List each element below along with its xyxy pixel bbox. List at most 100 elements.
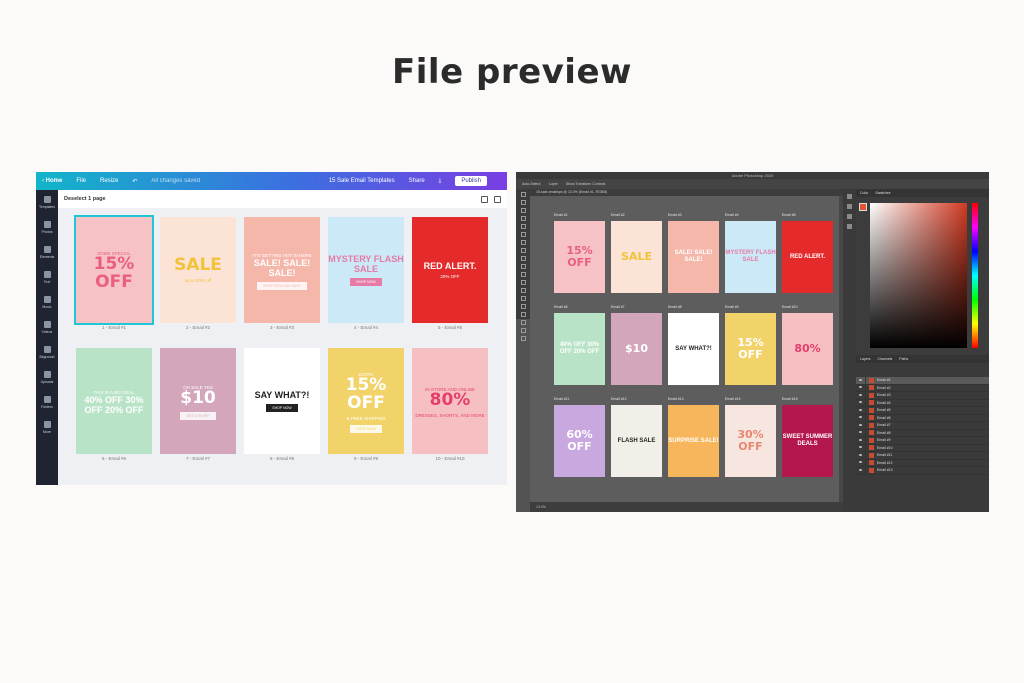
- visibility-eye-icon[interactable]: [856, 466, 866, 474]
- email-template-artboard[interactable]: 60% OFF: [554, 405, 605, 477]
- visibility-eye-icon[interactable]: [856, 399, 866, 407]
- email-template-artboard[interactable]: RED ALERT.: [782, 221, 833, 293]
- email-template-artboard[interactable]: 15% OFF: [725, 313, 776, 385]
- artboard[interactable]: Email #11 60% OFF: [554, 397, 605, 477]
- layer-row[interactable]: Email #1: [856, 376, 989, 385]
- email-template-card[interactable]: OH SALE YES $10 GET 10% OFF: [160, 348, 236, 454]
- page-thumbnail[interactable]: IT'S GETTING HOT IN HERE SALE! SALE! SALE…: [244, 217, 320, 330]
- artboard[interactable]: Email #15 SWEET SUMMER DEALS: [782, 397, 833, 477]
- email-template-card[interactable]: SOME SPECIAL 15% OFF: [74, 215, 154, 325]
- sidebar-item-music[interactable]: Music: [36, 290, 58, 315]
- sidebar-item-videos[interactable]: Videos: [36, 315, 58, 340]
- email-template-artboard[interactable]: SURPRISE SALE!: [668, 405, 719, 477]
- path-select-tool-icon[interactable]: [520, 312, 526, 317]
- email-template-card[interactable]: RED ALERT. 20% OFF: [412, 217, 488, 323]
- brush-tool-icon[interactable]: [520, 248, 526, 253]
- page-thumbnail[interactable]: OH SALE YES $10 GET 10% OFF 7 - Email #7: [160, 348, 236, 461]
- email-template-artboard[interactable]: 40% OFF 30% OFF 20% OFF: [554, 313, 605, 385]
- marquee-tool-icon[interactable]: [520, 200, 526, 205]
- visibility-eye-icon[interactable]: [856, 429, 866, 437]
- sidebar-item-photos[interactable]: Photos: [36, 215, 58, 240]
- visibility-eye-icon[interactable]: [856, 459, 866, 467]
- email-template-artboard[interactable]: 80%: [782, 313, 833, 385]
- artboard[interactable]: Email #2 SALE: [611, 213, 662, 293]
- artboard[interactable]: Email #12 FLASH SALE: [611, 397, 662, 477]
- stamp-tool-icon[interactable]: [520, 256, 526, 261]
- artboard[interactable]: Email #13 SURPRISE SALE!: [668, 397, 719, 477]
- ps-option-0[interactable]: Auto-Select:: [522, 182, 541, 186]
- adjustments-icon[interactable]: [847, 214, 852, 219]
- artboard[interactable]: Email #8 SAY WHAT?!: [668, 305, 719, 385]
- page-thumbnail[interactable]: EXTRA 15% OFF & FREE SHIPPING SHOP NOW 9 - E…: [328, 348, 404, 461]
- undo-icon[interactable]: ↶: [132, 178, 137, 185]
- visibility-eye-icon[interactable]: [856, 436, 866, 444]
- duplicate-icon[interactable]: [481, 195, 488, 203]
- page-thumbnail[interactable]: THIS IS A BIG DEAL 40% OFF 30% OFF 20% OF…: [76, 348, 152, 461]
- trash-icon[interactable]: [494, 195, 501, 203]
- tab-swatches[interactable]: Swatches: [875, 191, 890, 195]
- email-template-artboard[interactable]: 30% OFF: [725, 405, 776, 477]
- heal-tool-icon[interactable]: [520, 240, 526, 245]
- ps-option-2[interactable]: Show Transform Controls: [566, 182, 606, 186]
- email-template-artboard[interactable]: SALE: [611, 221, 662, 293]
- gradient-tool-icon[interactable]: [520, 280, 526, 285]
- foreground-color-swatch[interactable]: [859, 203, 867, 211]
- resize-button[interactable]: Resize: [100, 178, 118, 184]
- layer-row[interactable]: Email #7: [856, 421, 989, 430]
- properties-icon[interactable]: [847, 204, 852, 209]
- visibility-eye-icon[interactable]: [856, 384, 866, 392]
- sidebar-item-templates[interactable]: Templates: [36, 190, 58, 215]
- email-template-card[interactable]: EXTRA 15% OFF & FREE SHIPPING SHOP NOW: [328, 348, 404, 454]
- sidebar-item-elements[interactable]: Elements: [36, 240, 58, 265]
- dodge-tool-icon[interactable]: [520, 288, 526, 293]
- tab-color[interactable]: Color: [860, 191, 868, 195]
- crop-tool-icon[interactable]: [520, 224, 526, 229]
- artboard[interactable]: Email #7 $10: [611, 305, 662, 385]
- tab-layers[interactable]: Layers: [860, 357, 871, 361]
- eyedropper-tool-icon[interactable]: [520, 232, 526, 237]
- artboard[interactable]: Email #4 MYSTERY FLASH SALE: [725, 213, 776, 293]
- layer-row[interactable]: Email #6: [856, 414, 989, 422]
- page-thumbnail[interactable]: SALE up to 50% off 2 - Email #2: [160, 217, 236, 330]
- layer-row[interactable]: Email #8: [856, 429, 989, 437]
- hue-slider[interactable]: [972, 203, 978, 348]
- download-icon[interactable]: ⤓: [439, 178, 442, 185]
- sidebar-item-uploads[interactable]: Uploads: [36, 365, 58, 390]
- layer-row[interactable]: Email #3: [856, 391, 989, 400]
- color-picker-field[interactable]: [870, 203, 967, 348]
- email-template-card[interactable]: SALE up to 50% off: [160, 217, 236, 323]
- wand-tool-icon[interactable]: [520, 216, 526, 221]
- email-template-card[interactable]: MYSTERY FLASH SALE SHOP NOW: [328, 217, 404, 323]
- tab-paths[interactable]: Paths: [899, 357, 908, 361]
- layer-row[interactable]: Email #13: [856, 466, 989, 475]
- email-template-card[interactable]: IT'S GETTING HOT IN HERE SALE! SALE! SALE…: [244, 217, 320, 323]
- brush-settings-icon[interactable]: [847, 224, 852, 229]
- zoom-tool-icon[interactable]: [520, 336, 526, 341]
- home-button[interactable]: ‹ Home: [42, 178, 62, 184]
- visibility-eye-icon[interactable]: [856, 406, 866, 414]
- email-template-card[interactable]: IN-STORE AND ONLINE 80% DRESSES, SHORTS, A…: [412, 348, 488, 454]
- type-tool-icon[interactable]: [520, 304, 526, 309]
- artboard[interactable]: Email #9 15% OFF: [725, 305, 776, 385]
- email-template-artboard[interactable]: SWEET SUMMER DEALS: [782, 405, 833, 477]
- layer-row[interactable]: Email #11: [856, 451, 989, 460]
- email-template-card[interactable]: THIS IS A BIG DEAL 40% OFF 30% OFF 20% OF…: [76, 348, 152, 454]
- artboard[interactable]: Email #10 80%: [782, 305, 833, 385]
- visibility-eye-icon[interactable]: [856, 444, 866, 452]
- layer-row[interactable]: Email #5: [856, 406, 989, 415]
- sidebar-item-bkground[interactable]: Bkground: [36, 340, 58, 365]
- page-thumbnail[interactable]: RED ALERT. 20% OFF 5 - Email #5: [412, 217, 488, 330]
- sidebar-item-more[interactable]: More: [36, 415, 58, 440]
- deselect-button[interactable]: Deselect 1 page: [64, 196, 106, 202]
- email-template-artboard[interactable]: SALE! SALE! SALE!: [668, 221, 719, 293]
- layer-row[interactable]: Email #9: [856, 436, 989, 445]
- email-template-artboard[interactable]: FLASH SALE: [611, 405, 662, 477]
- layer-row[interactable]: Email #2: [856, 384, 989, 392]
- hand-tool-icon[interactable]: [520, 328, 526, 333]
- artboard[interactable]: Email #14 30% OFF: [725, 397, 776, 477]
- email-template-artboard[interactable]: SAY WHAT?!: [668, 313, 719, 385]
- eraser-tool-icon[interactable]: [520, 272, 526, 277]
- page-thumbnail[interactable]: SAY WHAT?! SHOP NOW 8 - Email #8: [244, 348, 320, 461]
- email-template-artboard[interactable]: $10: [611, 313, 662, 385]
- ps-doc-tab[interactable]: 15-sale-emailsps @ 13.0% (Email #1, RGB/…: [530, 189, 843, 196]
